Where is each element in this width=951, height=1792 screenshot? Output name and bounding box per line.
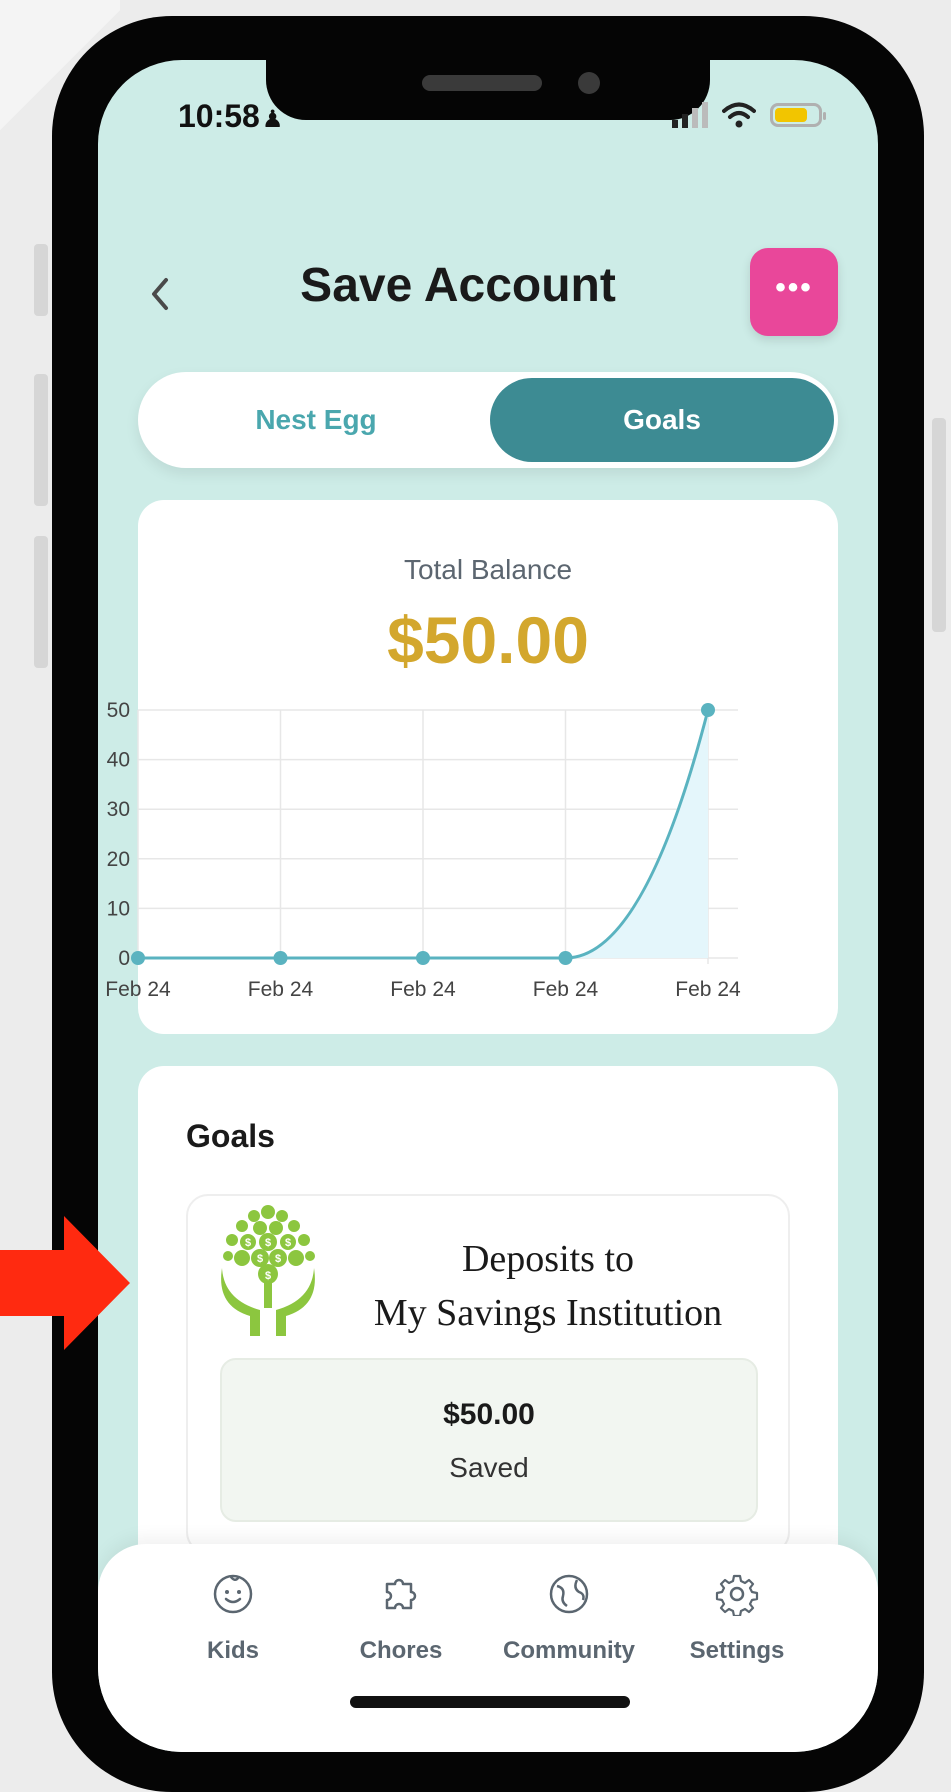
- signal-icon: [672, 102, 708, 128]
- goal-name-line1: Deposits to: [461, 1238, 635, 1280]
- baby-face-icon: [213, 1574, 253, 1614]
- battery-icon: [770, 103, 826, 127]
- bottom-nav: Kids Chores Community Settings: [98, 1544, 878, 1752]
- svg-text:$: $: [265, 1270, 271, 1282]
- money-tree-hands-icon: $$ $ $ $$: [221, 1205, 315, 1336]
- balance-chart: 0 10 20 30 40 50 Feb 24 Feb 24 Feb 24 Feb 24 Feb 2…: [105, 700, 741, 1001]
- tab-nest-egg[interactable]: Nest Egg: [144, 378, 488, 462]
- tab-goals[interactable]: Goals: [490, 378, 834, 462]
- y-tick-label: 40: [107, 749, 130, 772]
- nav-item-kids[interactable]: Kids: [148, 1572, 318, 1665]
- svg-text:$: $: [285, 1237, 291, 1249]
- saved-amount: $50.00: [443, 1398, 535, 1431]
- goal-name-line2: My Savings Institution: [373, 1292, 723, 1334]
- nav-item-settings[interactable]: Settings: [652, 1572, 822, 1665]
- data-point: [701, 703, 715, 717]
- saved-summary: $50.00 Saved: [220, 1358, 758, 1522]
- goals-card: Goals $ $ $ $ $ $ Deposits to My Savings…: [138, 1066, 838, 1586]
- nav-label-chores: Chores: [359, 1637, 443, 1664]
- nav-item-chores[interactable]: Chores: [316, 1572, 486, 1665]
- data-point: [416, 951, 430, 965]
- goal-name: Deposits to My Savings Institution: [328, 1232, 768, 1340]
- side-button-volume-up: [34, 374, 48, 506]
- saved-label: Saved: [449, 1452, 529, 1483]
- back-button[interactable]: [140, 264, 180, 324]
- y-tick-label: 0: [118, 947, 130, 970]
- data-point: [273, 951, 288, 965]
- red-arrow-pointer: [0, 1216, 130, 1350]
- phone-frame: 10:58♟ Save Account ••• Nest Egg Goals T…: [52, 16, 924, 1792]
- more-options-button[interactable]: •••: [750, 248, 838, 336]
- x-tick-label: Feb 24: [533, 978, 599, 1001]
- y-tick-label: 50: [107, 700, 130, 722]
- side-button-power: [932, 418, 946, 632]
- nav-label-kids: Kids: [206, 1637, 259, 1664]
- balance-value: $50.00: [387, 603, 589, 677]
- person-icon: ♟: [261, 106, 284, 133]
- wifi-icon: [722, 102, 756, 128]
- home-indicator: [350, 1696, 630, 1708]
- nav-label-community: Community: [503, 1637, 635, 1664]
- goals-title: Goals: [186, 1118, 275, 1154]
- x-tick-label: Feb 24: [390, 978, 456, 1001]
- balance-card: Total Balance $50.00 0 10 20 30 40 50 Feb 24 Fe…: [105, 500, 838, 1034]
- nav-item-community[interactable]: Community: [484, 1572, 654, 1665]
- notch: [266, 60, 710, 120]
- chevron-left-icon: [152, 278, 168, 310]
- side-button-volume-down: [34, 536, 48, 668]
- status-icons: [672, 102, 826, 128]
- gear-icon: [715, 1574, 759, 1618]
- nav-label-settings: Settings: [689, 1637, 785, 1664]
- y-tick-label: 30: [107, 798, 130, 821]
- svg-text:$: $: [245, 1237, 251, 1249]
- speaker: [422, 75, 542, 91]
- svg-text:$: $: [265, 1237, 271, 1249]
- page-title: Save Account: [300, 259, 616, 312]
- x-tick-label: Feb 24: [675, 978, 741, 1001]
- y-tick-label: 10: [107, 897, 130, 920]
- balance-label: Total Balance: [403, 554, 573, 585]
- svg-text:$: $: [257, 1253, 263, 1265]
- camera: [578, 72, 600, 94]
- x-tick-label: Feb 24: [105, 978, 171, 1001]
- status-time: 10:58♟: [178, 98, 284, 134]
- side-button-mute: [34, 244, 48, 316]
- goal-item[interactable]: $ $ $ $ $ $ Deposits to My Savings Instituti…: [186, 1194, 790, 1554]
- account-toggle: Nest Egg Goals: [138, 372, 838, 468]
- app-screen: 10:58♟ Save Account ••• Nest Egg Goals T…: [98, 60, 878, 1752]
- svg-text:$: $: [275, 1253, 281, 1265]
- puzzle-icon: [385, 1578, 417, 1610]
- x-tick-label: Feb 24: [248, 978, 314, 1001]
- y-tick-label: 20: [107, 848, 130, 871]
- data-point: [131, 951, 145, 965]
- globe-icon: [549, 1574, 589, 1614]
- header: Save Account •••: [98, 240, 878, 360]
- data-point: [558, 951, 573, 965]
